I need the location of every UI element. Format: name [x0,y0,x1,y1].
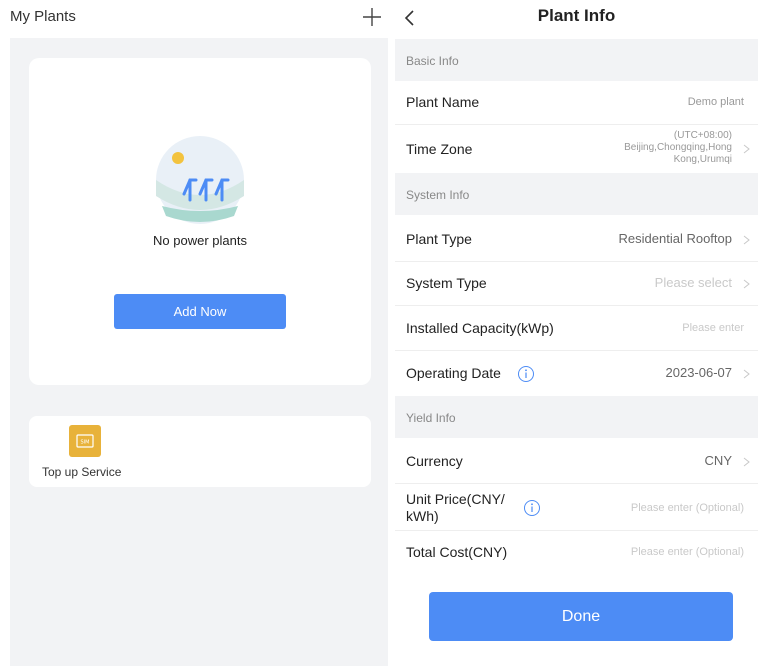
plant-type-row[interactable]: Plant Type Residential Rooftop [395,218,758,262]
chevron-right-icon [743,279,750,289]
total-cost-label: Total Cost(CNY) [406,544,508,560]
section-system-info: System Info [395,173,758,215]
info-icon[interactable] [523,499,541,517]
chevron-right-icon [743,235,750,245]
sim-card-icon: SIM [69,425,101,457]
system-type-label: System Type [406,275,487,291]
unit-price-label-line: kWh) [406,508,439,524]
done-button[interactable]: Done [429,592,733,641]
operating-date-row[interactable]: Operating Date 2023-06-07 [395,352,758,396]
add-plant-icon[interactable] [360,5,384,29]
top-up-service-label: Top up Service [42,465,122,479]
system-type-row[interactable]: System Type Please select [395,262,758,306]
page-title: Plant Info [537,6,616,25]
section-basic-info: Basic Info [395,39,758,81]
plant-name-value: Demo plant [687,96,744,108]
currency-label: Currency [406,453,463,469]
chevron-right-icon [743,457,750,467]
installed-capacity-input[interactable]: Please enter [682,322,744,334]
add-now-button[interactable]: Add Now [114,294,286,329]
empty-state-text: No power plants [153,233,247,248]
currency-row[interactable]: Currency CNY [395,440,758,484]
system-type-placeholder: Please select [654,275,732,290]
solar-panel-illustration-icon [156,136,244,224]
unit-price-label: Unit Price(CNY/ kWh) [406,491,505,525]
time-zone-value-line: Kong,Urumqi [673,154,732,165]
chevron-right-icon [743,369,750,379]
plant-info-header: Plant Info [395,0,758,38]
section-label: System Info [406,188,470,202]
plant-name-row[interactable]: Plant Name Demo plant [395,81,758,125]
installed-capacity-label: Installed Capacity(kWp) [406,320,554,336]
time-zone-row[interactable]: Time Zone (UTC+08:00) Beijing,Chongqing,… [395,126,758,172]
currency-value: CNY [704,453,732,468]
unit-price-input[interactable]: Please enter (Optional) [631,502,744,514]
time-zone-value-line: Beijing,Chongqing,Hong [624,142,732,153]
my-plants-header: My Plants [0,0,388,38]
plant-info-screen: Plant Info Basic Info Plant Name Demo pl… [395,0,758,666]
my-plants-screen: My Plants No power plants Add Now SIM To… [0,0,388,666]
section-yield-info: Yield Info [395,396,758,438]
page-title: My Plants [10,8,76,25]
unit-price-label-line: Unit Price(CNY/ [406,491,505,507]
plant-type-value: Residential Rooftop [618,231,732,246]
empty-state-card: No power plants Add Now [29,58,371,385]
total-cost-input[interactable]: Please enter (Optional) [631,546,744,558]
top-up-service-card[interactable]: SIM Top up Service [29,416,371,487]
time-zone-value: (UTC+08:00) Beijing,Chongqing,Hong Kong,… [624,130,732,166]
operating-date-label: Operating Date [406,365,501,381]
time-zone-label: Time Zone [406,141,473,157]
unit-price-row[interactable]: Unit Price(CNY/ kWh) Please enter (Optio… [395,485,758,531]
plants-body: No power plants Add Now SIM Top up Servi… [10,38,388,666]
time-zone-value-line: (UTC+08:00) [673,130,732,141]
plant-type-label: Plant Type [406,231,472,247]
installed-capacity-row[interactable]: Installed Capacity(kWp) Please enter [395,307,758,351]
section-label: Basic Info [406,54,459,68]
total-cost-row[interactable]: Total Cost(CNY) Please enter (Optional) [395,531,758,575]
sim-icon-text: SIM [81,440,90,446]
section-label: Yield Info [406,411,456,425]
plant-name-label: Plant Name [406,94,480,110]
chevron-right-icon [743,144,750,154]
operating-date-value: 2023-06-07 [665,365,733,380]
info-icon[interactable] [517,365,535,383]
